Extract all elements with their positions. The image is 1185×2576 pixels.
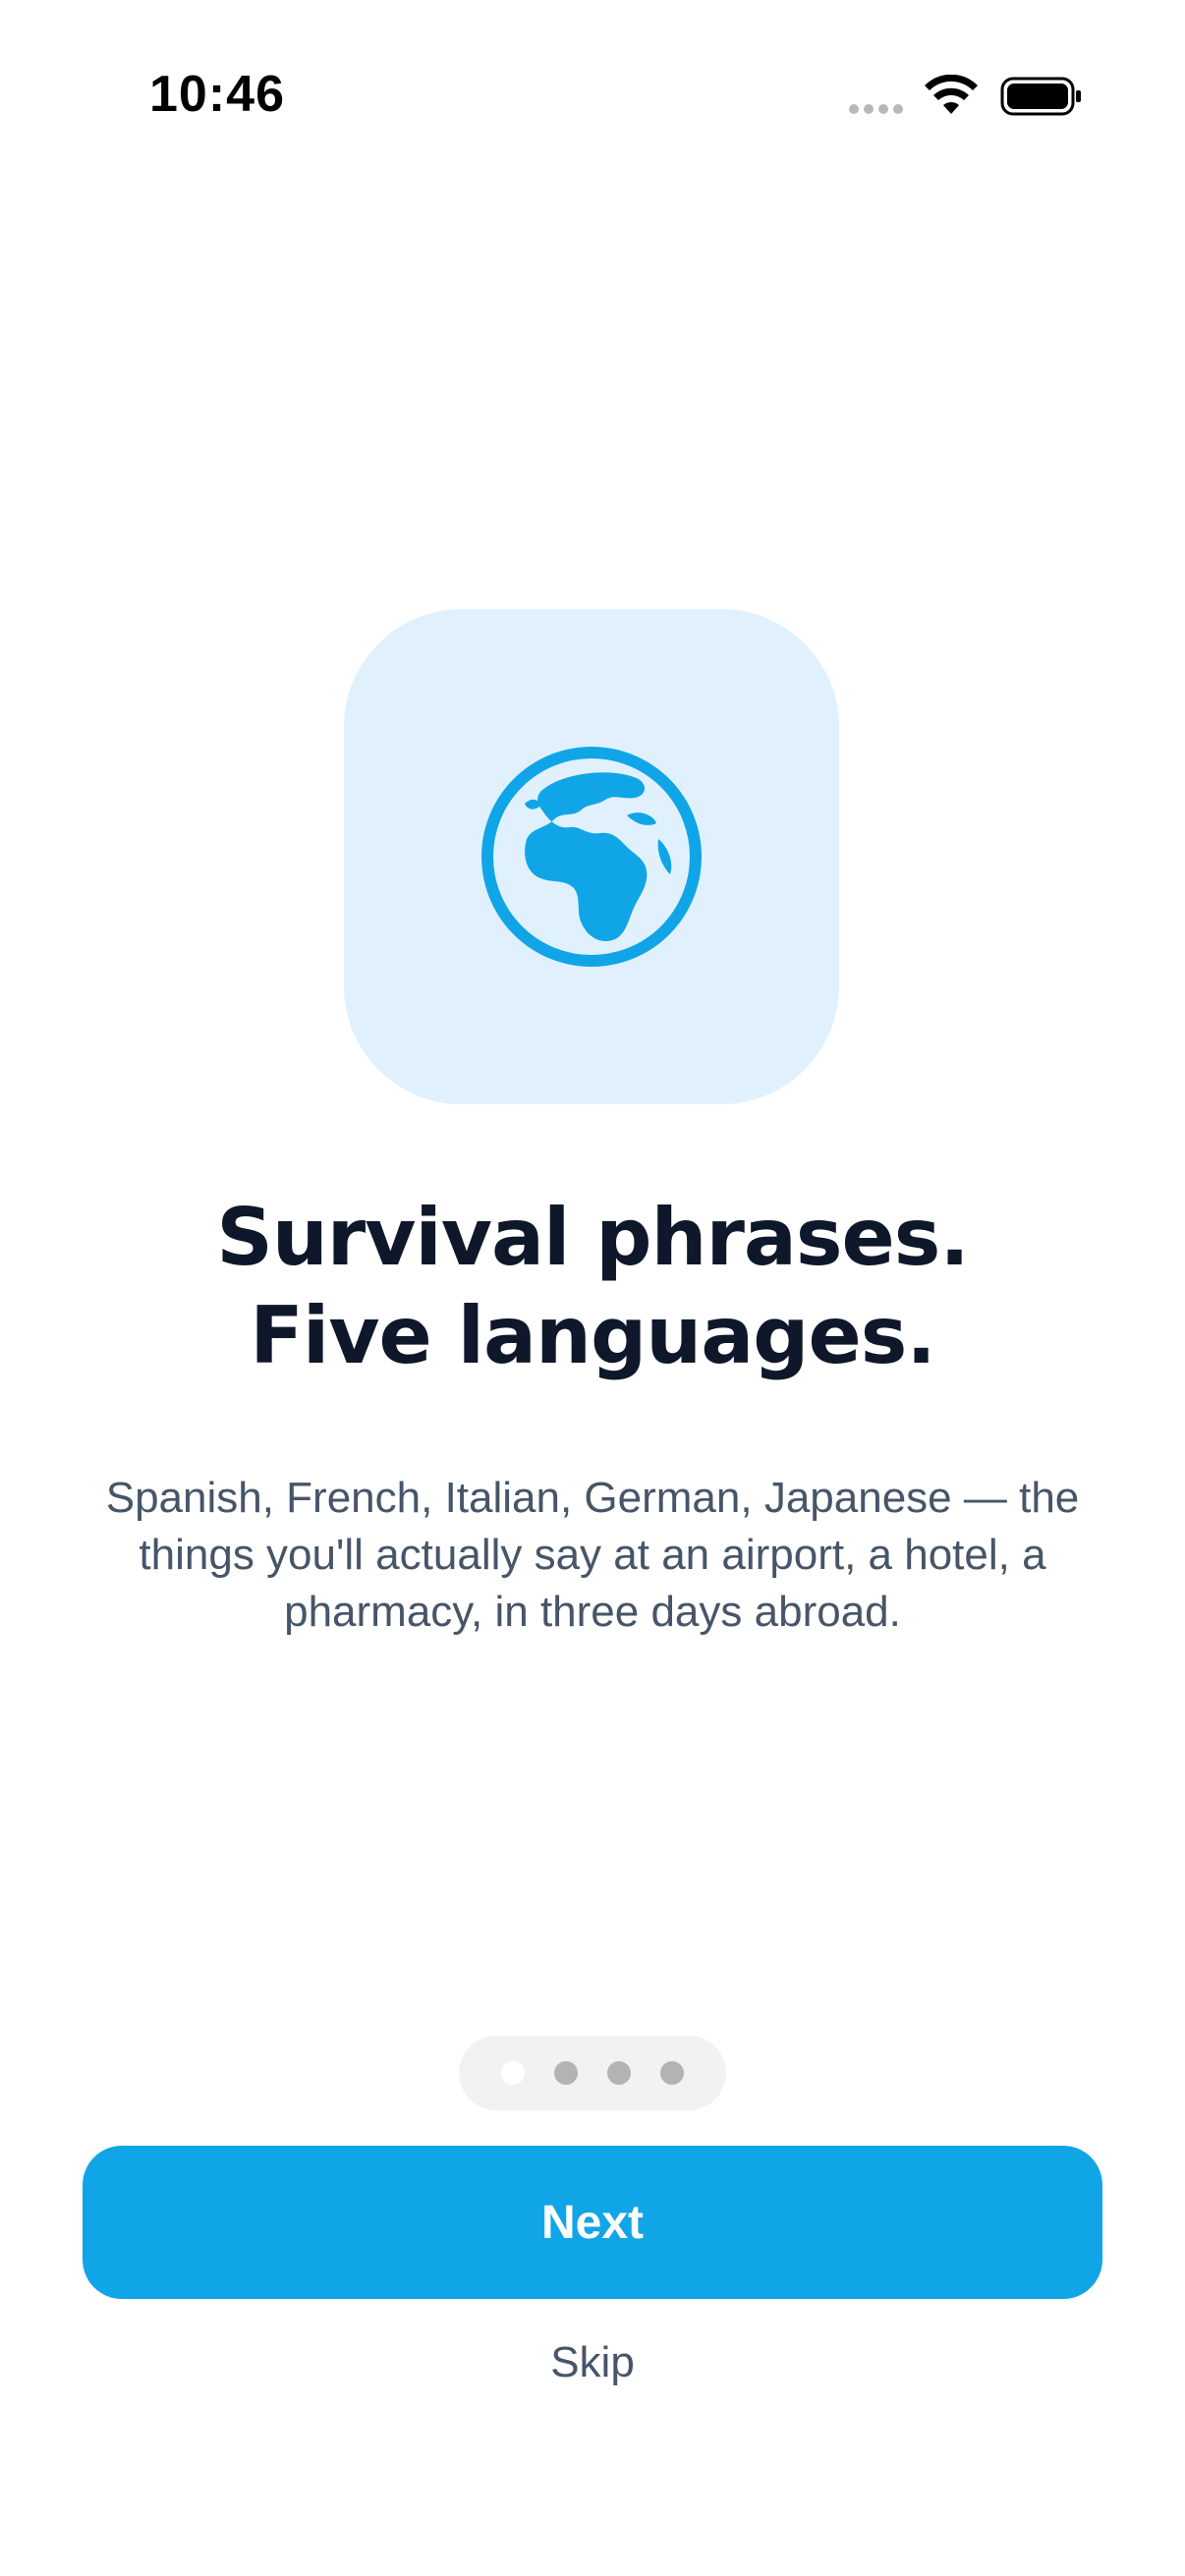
cellular-signal-icon: [849, 104, 903, 114]
onboarding-headline: Survival phrases. Five languages.: [0, 1189, 1185, 1385]
status-bar: 10:46: [0, 0, 1185, 196]
page-indicator[interactable]: [459, 2036, 726, 2110]
skip-button[interactable]: Skip: [0, 2338, 1185, 2387]
wifi-icon: [925, 75, 978, 114]
onboarding-description: Spanish, French, Italian, German, Japane…: [105, 1474, 1080, 1636]
page-dot-4[interactable]: [660, 2061, 684, 2085]
headline-line-2: Five languages.: [250, 1290, 935, 1381]
headline-line-1: Survival phrases.: [216, 1192, 970, 1283]
battery-icon: [1000, 77, 1081, 116]
page-dot-3[interactable]: [607, 2061, 631, 2085]
illustration-tile: [344, 609, 839, 1104]
next-button[interactable]: Next: [83, 2146, 1102, 2299]
globe-icon: [481, 747, 702, 967]
page-dot-1[interactable]: [501, 2061, 525, 2085]
page-dot-2[interactable]: [554, 2061, 578, 2085]
status-time: 10:46: [149, 66, 285, 123]
